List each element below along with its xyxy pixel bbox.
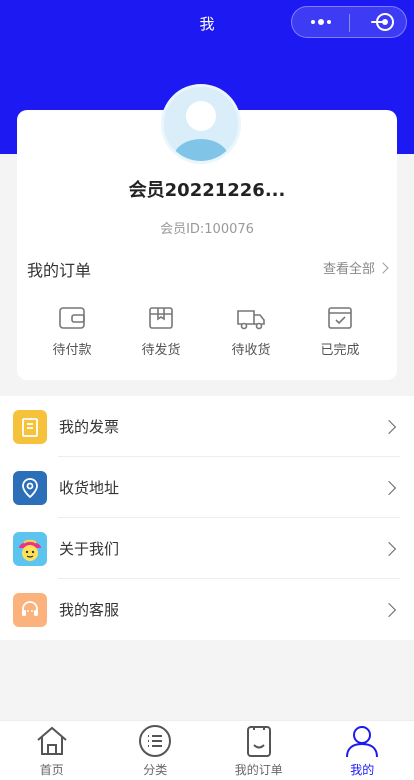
wallet-icon [59, 307, 85, 329]
view-all-orders-link[interactable]: 查看全部 [322, 258, 389, 277]
default-avatar-icon [164, 87, 238, 161]
truck-icon [237, 310, 265, 330]
orders-section-title: 我的订单 [27, 261, 92, 280]
orders-icon [246, 726, 271, 757]
chevron-right-icon [377, 261, 389, 274]
view-all-label: 查看全部 [322, 262, 375, 277]
tab-label: 我的订单 [234, 763, 283, 777]
tab-label: 我的 [350, 763, 375, 777]
menu-item-invoice[interactable]: 我的发票 [0, 396, 414, 457]
chevron-right-icon [381, 419, 397, 434]
customer-service-icon [13, 592, 47, 627]
tab-me[interactable]: 我的 [311, 721, 414, 780]
invoice-icon [13, 409, 47, 444]
location-pin-icon [13, 470, 47, 505]
package-icon [149, 307, 173, 329]
order-status-to-receive[interactable]: 待收货 [206, 305, 296, 358]
member-id: 会员ID:100076 [160, 222, 254, 237]
menu-list: 我的发票 收货地址 关于我们 我的客服 [0, 396, 414, 640]
menu-item-customer-service[interactable]: 我的客服 [0, 579, 414, 640]
order-status-to-ship[interactable]: 待发货 [116, 305, 206, 358]
menu-item-label: 我的发票 [59, 418, 120, 436]
menu-item-label: 关于我们 [59, 540, 120, 558]
tab-my-orders[interactable]: 我的订单 [207, 721, 311, 780]
more-dots-icon [310, 19, 331, 25]
category-icon [139, 725, 172, 757]
completed-box-icon [328, 307, 352, 329]
tab-label: 分类 [143, 763, 168, 777]
tab-home[interactable]: 首页 [0, 721, 104, 780]
menu-item-address[interactable]: 收货地址 [0, 457, 414, 518]
order-status-label: 待收货 [231, 343, 271, 358]
order-status-label: 已完成 [320, 343, 360, 358]
chevron-right-icon [381, 602, 397, 617]
home-icon [37, 726, 67, 755]
avatar[interactable] [161, 84, 241, 164]
order-status-label: 待发货 [141, 343, 181, 358]
menu-item-label: 收货地址 [59, 479, 120, 497]
chevron-right-icon [381, 541, 397, 556]
more-button[interactable] [292, 7, 349, 37]
order-status-label: 待付款 [52, 343, 92, 358]
target-icon [376, 13, 394, 31]
order-status-completed[interactable]: 已完成 [295, 305, 385, 358]
member-name: 会员20221226... [128, 180, 286, 201]
mascot-icon [13, 531, 47, 566]
order-status-pending-payment[interactable]: 待付款 [27, 305, 117, 358]
home-target-button[interactable] [376, 13, 394, 31]
tab-label: 首页 [39, 763, 64, 777]
bottom-tab-bar: 首页 分类 我的订单 我的 [0, 720, 414, 780]
tab-category[interactable]: 分类 [104, 721, 208, 780]
chevron-right-icon [381, 480, 397, 495]
menu-item-label: 我的客服 [59, 601, 120, 619]
user-icon [346, 726, 379, 758]
menu-item-about[interactable]: 关于我们 [0, 518, 414, 579]
